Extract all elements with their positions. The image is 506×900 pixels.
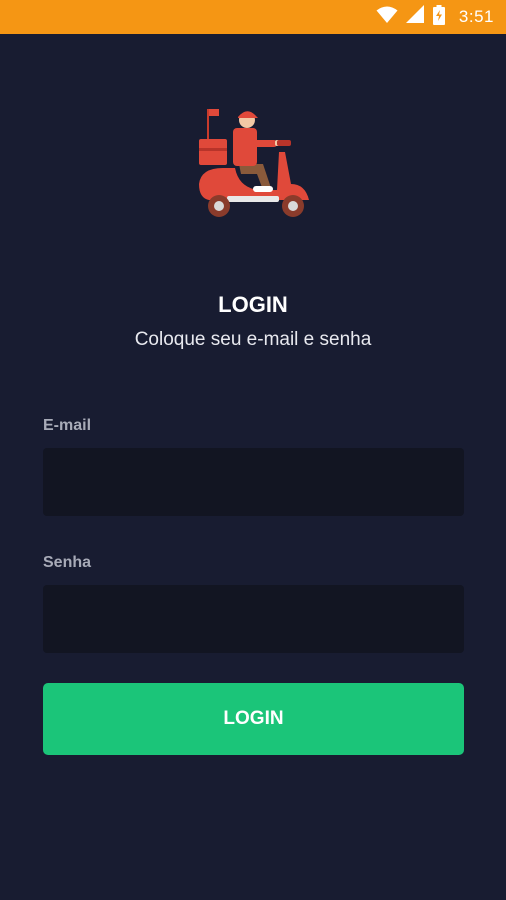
status-bar: 3:51 [0,0,506,34]
status-icons: 3:51 [376,4,494,30]
email-label: E-mail [43,417,92,434]
email-field[interactable] [43,448,464,516]
wifi-icon [376,6,398,29]
login-button[interactable]: LOGIN [43,683,464,755]
page-subtitle: Coloque seu e-mail e senha [134,329,372,350]
cellular-signal-icon [405,5,425,29]
delivery-scooter-icon [193,104,315,220]
login-screen: LOGIN Coloque seu e-mail e senha E-mail … [0,34,506,900]
page-title: LOGIN [218,292,288,317]
password-field[interactable] [43,585,464,653]
password-label: Senha [43,554,92,571]
status-time: 3:51 [458,7,494,26]
battery-charging-icon [432,4,445,30]
